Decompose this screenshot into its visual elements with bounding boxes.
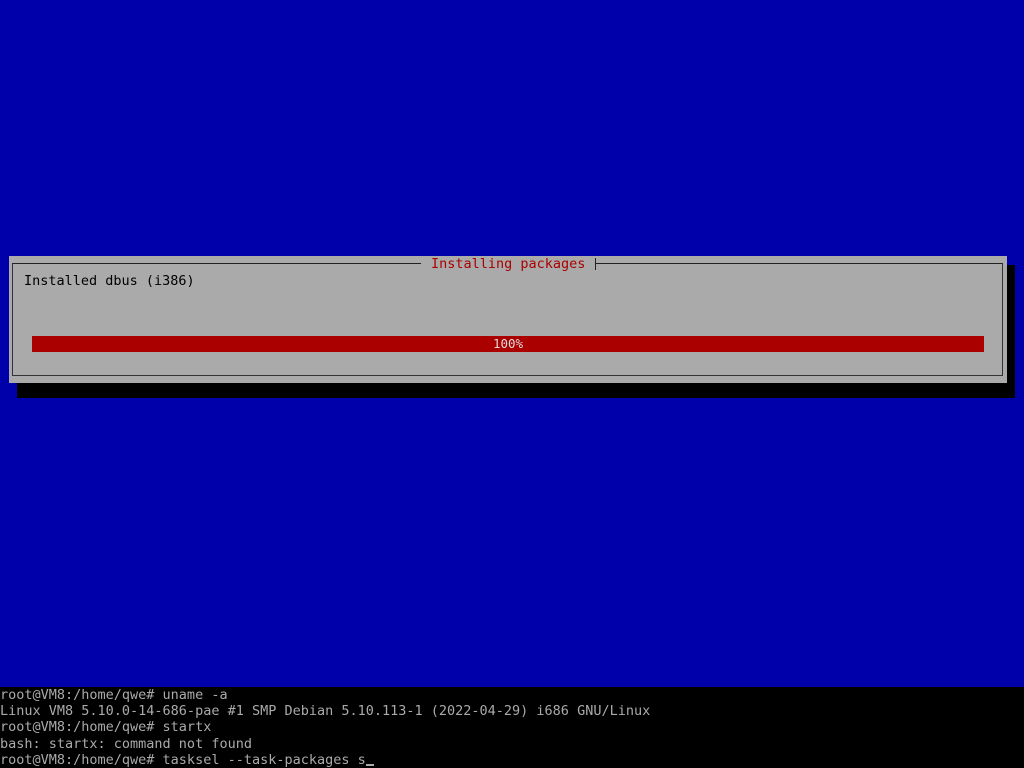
- install-status-text: Installed dbus (i386): [24, 273, 195, 289]
- terminal-console[interactable]: root@VM8:/home/qwe# uname -a Linux VM8 5…: [0, 687, 1024, 768]
- installing-packages-dialog: Installing packages Installed dbus (i386…: [9, 256, 1007, 383]
- terminal-line: bash: startx: command not found: [0, 735, 252, 752]
- terminal-command-input[interactable]: root@VM8:/home/qwe# tasksel --task-packa…: [0, 752, 366, 768]
- dialog-title: Installing packages: [421, 256, 596, 272]
- progress-bar: 100%: [32, 336, 984, 352]
- terminal-line: root@VM8:/home/qwe# startx: [0, 719, 212, 736]
- terminal-prompt-line[interactable]: root@VM8:/home/qwe# tasksel --task-packa…: [0, 752, 1024, 768]
- installer-screen: Installing packages Installed dbus (i386…: [0, 0, 1024, 768]
- progress-percent-label: 100%: [492, 336, 524, 351]
- terminal-line: root@VM8:/home/qwe# uname -a: [0, 687, 228, 703]
- terminal-line: Linux VM8 5.10.0-14-686-pae #1 SMP Debia…: [0, 703, 651, 720]
- block-cursor-icon: [365, 763, 374, 766]
